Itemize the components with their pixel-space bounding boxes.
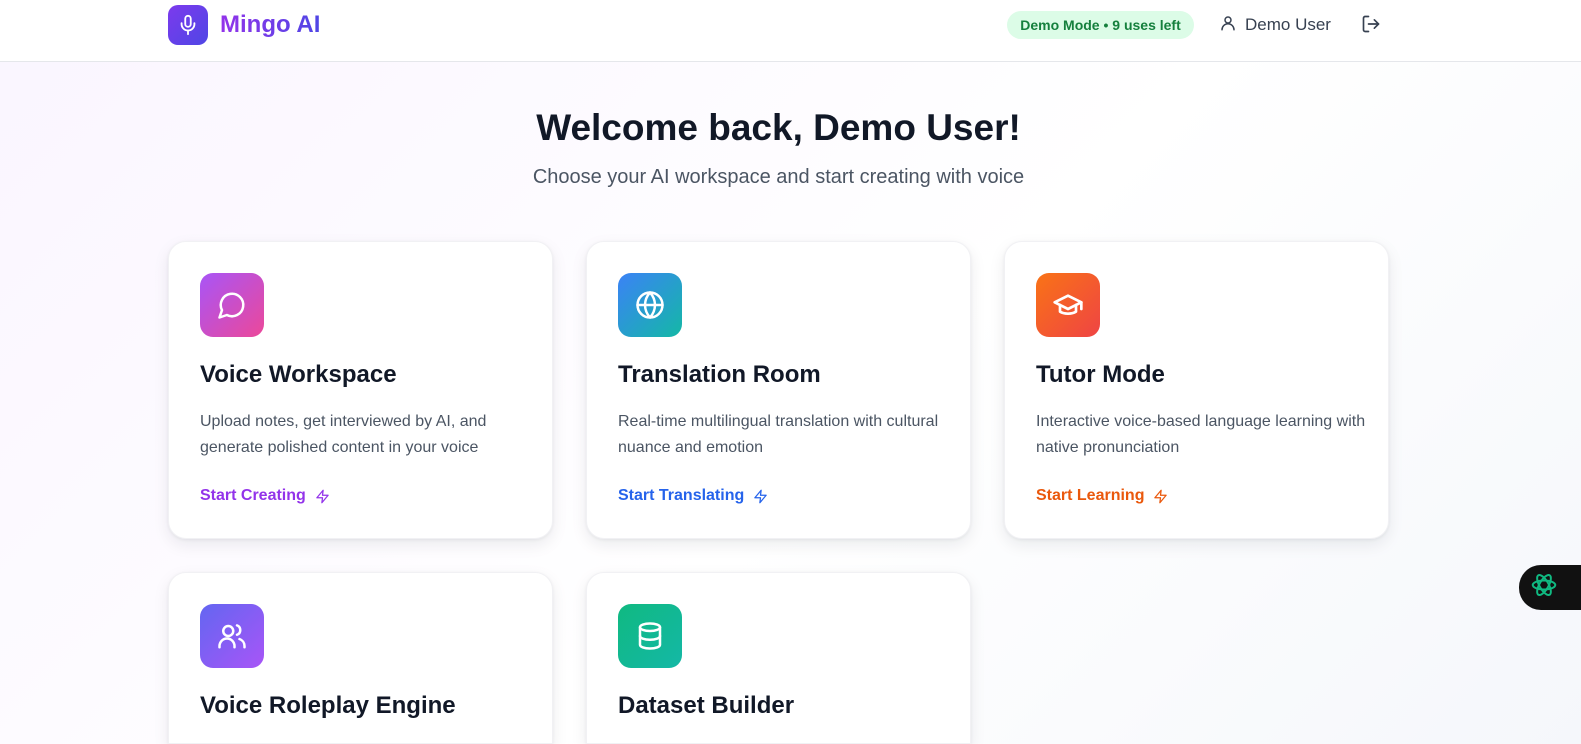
card-cta-label: Start Learning: [1036, 487, 1145, 504]
user-menu[interactable]: Demo User: [1219, 13, 1331, 37]
lightning-icon: [316, 489, 329, 503]
card-dataset-builder[interactable]: Dataset Builder: [586, 572, 971, 744]
card-title: Tutor Mode: [1036, 361, 1165, 388]
card-tutor-mode[interactable]: Tutor Mode Interactive voice-based langu…: [1004, 241, 1389, 539]
card-translation-room[interactable]: Translation Room Real-time multilingual …: [586, 241, 971, 539]
ai-assistant-button[interactable]: [1519, 565, 1581, 610]
graduation-cap-icon: [1036, 273, 1100, 337]
top-header: Mingo AI Demo Mode • 9 uses left Demo Us…: [0, 0, 1581, 62]
card-description: Real-time multilingual translation with …: [618, 413, 939, 456]
user-name: Demo User: [1245, 15, 1331, 34]
start-learning-link[interactable]: Start Learning: [1036, 487, 1168, 505]
lightning-icon: [1154, 489, 1168, 503]
start-creating-link[interactable]: Start Creating: [200, 487, 330, 505]
card-title: Voice Roleplay Engine: [200, 692, 456, 719]
card-description: Interactive voice-based language learnin…: [1036, 413, 1366, 456]
start-translating-link[interactable]: Start Translating: [618, 487, 768, 505]
microphone-icon: [168, 5, 208, 45]
page-title: Welcome back, Demo User!: [536, 107, 1021, 148]
globe-icon: [618, 273, 682, 337]
demo-mode-badge: Demo Mode • 9 uses left: [1007, 11, 1194, 39]
card-cta-label: Start Translating: [618, 487, 745, 504]
app-name: Mingo AI: [220, 11, 321, 38]
chat-bubble-icon: [200, 273, 264, 337]
card-title: Dataset Builder: [618, 692, 795, 719]
lightning-icon: [754, 489, 767, 503]
page-subtitle: Choose your AI workspace and start creat…: [532, 166, 1025, 188]
card-cta-label: Start Creating: [200, 487, 306, 504]
users-icon: [200, 604, 264, 668]
card-title: Translation Room: [618, 361, 821, 388]
logout-icon[interactable]: [1361, 14, 1383, 36]
brand[interactable]: Mingo AI: [168, 5, 320, 45]
card-title: Voice Workspace: [200, 361, 397, 388]
user-icon: [1219, 14, 1237, 37]
card-voice-workspace[interactable]: Voice Workspace Upload notes, get interv…: [168, 241, 553, 539]
card-description: Upload notes, get interviewed by AI, and…: [200, 413, 487, 456]
openai-logo-icon: [1529, 570, 1559, 605]
database-icon: [618, 604, 682, 668]
card-voice-roleplay-engine[interactable]: Voice Roleplay Engine: [168, 572, 553, 744]
